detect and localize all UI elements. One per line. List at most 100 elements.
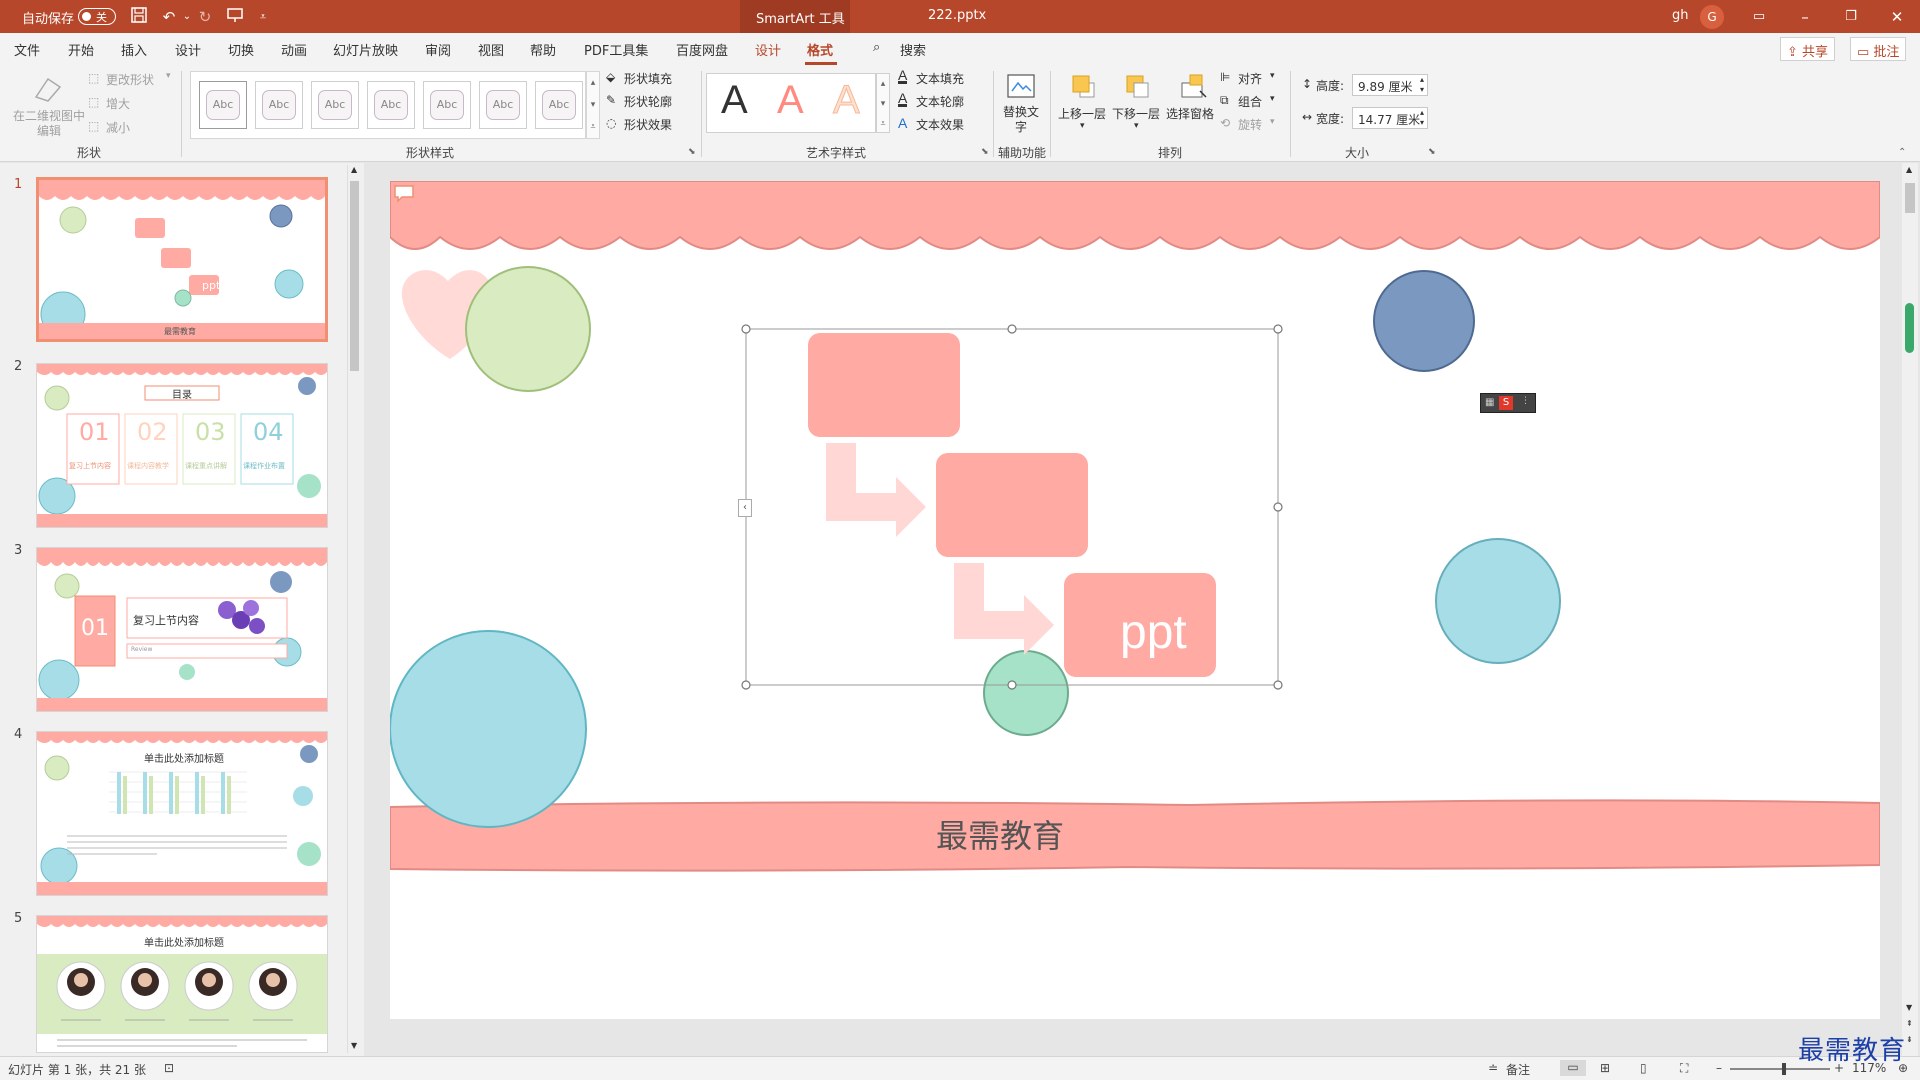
- selection-pane-button[interactable]: 选择窗格: [1166, 71, 1218, 141]
- slide-thumbnail-3[interactable]: 01 复习上节内容 Review: [36, 547, 328, 712]
- ribbon-display-icon[interactable]: ▭: [1748, 6, 1770, 28]
- search-box[interactable]: 搜索: [900, 40, 926, 59]
- tab-help[interactable]: 帮助: [530, 40, 556, 59]
- group-button[interactable]: ⧉ 组合 ▾: [1220, 93, 1280, 113]
- share-button[interactable]: ⇪ 共享: [1780, 37, 1836, 61]
- edit-2d-button[interactable]: 在二维视图中编辑: [6, 71, 88, 141]
- scroll-up-icon[interactable]: ▲: [351, 165, 357, 174]
- close-icon[interactable]: ✕: [1886, 6, 1908, 28]
- tab-baidu-pan[interactable]: 百度网盘: [676, 40, 728, 59]
- slide-number: 4: [14, 727, 23, 742]
- thumb-sub: 课程作业布置: [243, 462, 285, 470]
- width-icon: ↔: [1302, 110, 1313, 124]
- slide-canvas[interactable]: ppt 最需教育 ‹ ▦ S ⋮: [390, 181, 1880, 1019]
- avatar[interactable]: G: [1700, 5, 1724, 29]
- present-icon[interactable]: [224, 6, 246, 28]
- footer-title[interactable]: 最需教育: [936, 811, 1064, 857]
- autosave-toggle[interactable]: 关: [78, 8, 116, 25]
- shape-style-3[interactable]: Abc: [311, 81, 359, 129]
- notes-button[interactable]: 备注: [1506, 1061, 1530, 1078]
- restore-icon[interactable]: ❐: [1840, 6, 1862, 28]
- tab-design[interactable]: 设计: [175, 40, 201, 59]
- tab-file[interactable]: 文件: [14, 40, 40, 59]
- shape-style-4[interactable]: Abc: [367, 81, 415, 129]
- text-outline-button[interactable]: A 文本轮廓: [898, 91, 978, 113]
- tab-transitions[interactable]: 切换: [228, 40, 254, 59]
- tab-insert[interactable]: 插入: [121, 40, 147, 59]
- zoom-out-icon[interactable]: –: [1716, 1061, 1722, 1075]
- bring-forward-icon: [1072, 75, 1095, 98]
- dialog-launcher-icon[interactable]: ⬊: [1428, 147, 1436, 157]
- slide-thumbnail-2[interactable]: 目录 01 02 03 04 复习上节内容 课程内容教学 课程重点讲解 课程作业…: [36, 363, 328, 528]
- slide-editing-area: ppt 最需教育 ‹ ▦ S ⋮ ▲ ▼ ⇞ ⇟: [364, 163, 1920, 1056]
- ime-menu-icon: ⋮: [1521, 396, 1530, 406]
- wordart-scroll[interactable]: ▴ ▾ ⩡: [876, 73, 890, 133]
- customize-icon[interactable]: ⩡: [252, 6, 274, 28]
- tab-review[interactable]: 审阅: [425, 40, 451, 59]
- tab-home[interactable]: 开始: [68, 40, 94, 59]
- reading-view-icon[interactable]: ▯: [1640, 1061, 1647, 1075]
- dialog-launcher-icon[interactable]: ⬊: [688, 147, 696, 157]
- tab-view[interactable]: 视图: [478, 40, 504, 59]
- status-bar: 幻灯片 第 1 张，共 21 张 ⊡ ≐ 备注 ▭ ⊞ ▯ ⛶ – + 117%…: [0, 1056, 1920, 1080]
- thumbnail-scrollbar[interactable]: ▲ ▼: [347, 165, 361, 1053]
- comment-button[interactable]: ▭ 批注: [1850, 37, 1907, 61]
- send-backward-icon: [1126, 75, 1149, 98]
- rotate-button[interactable]: ⟲ 旋转 ▾: [1220, 116, 1280, 136]
- notes-icon[interactable]: ≐: [1488, 1061, 1498, 1075]
- slide-thumbnail-5[interactable]: 单击此处添加标题: [36, 915, 328, 1053]
- slide-thumbnail-4[interactable]: 单击此处添加标题: [36, 731, 328, 896]
- tab-smartart-design[interactable]: 设计: [755, 40, 781, 59]
- send-backward-button[interactable]: 下移一层 ▾: [1112, 71, 1164, 141]
- bring-forward-button[interactable]: 上移一层 ▾: [1058, 71, 1110, 141]
- minimize-icon[interactable]: –: [1794, 6, 1816, 28]
- tab-pdf-tools[interactable]: PDF工具集: [584, 40, 648, 59]
- slide-thumbnail-1[interactable]: ppt 最需教育: [36, 177, 328, 342]
- normal-view-icon[interactable]: ▭: [1560, 1060, 1586, 1076]
- wordart-style-1[interactable]: A: [721, 78, 748, 123]
- smartart-box-text[interactable]: ppt: [1120, 605, 1187, 660]
- scroll-down-icon[interactable]: ▼: [351, 1041, 357, 1050]
- shape-outline-button[interactable]: ✎ 形状轮廓: [606, 93, 684, 113]
- alt-text-button[interactable]: 替换文字: [998, 71, 1044, 141]
- prev-slide-icon[interactable]: ⇞: [1906, 1019, 1913, 1028]
- next-slide-icon[interactable]: ⇟: [1906, 1035, 1913, 1044]
- align-button[interactable]: ⊫ 对齐 ▾: [1220, 70, 1280, 90]
- redo-icon[interactable]: ↻: [194, 6, 216, 28]
- comment-marker-icon[interactable]: [394, 185, 414, 203]
- height-label: 高度:: [1316, 79, 1345, 93]
- text-effect-button[interactable]: A 文本效果: [898, 115, 978, 136]
- slideshow-icon[interactable]: ⛶: [1680, 1061, 1688, 1076]
- shape-fill-button[interactable]: ⬙ 形状填充: [606, 70, 684, 90]
- tab-format[interactable]: 格式: [807, 40, 833, 59]
- shape-style-7[interactable]: Abc: [535, 81, 583, 129]
- width-input[interactable]: 14.77 厘米 ▴ ▾: [1352, 107, 1428, 129]
- gallery-scroll[interactable]: ▴ ▾ ⩡: [586, 71, 600, 139]
- dialog-launcher-icon[interactable]: ⬊: [981, 147, 989, 157]
- spellcheck-icon[interactable]: ⊡: [164, 1061, 174, 1075]
- collapse-ribbon-icon[interactable]: ⌃: [1898, 147, 1906, 158]
- shape-style-2[interactable]: Abc: [255, 81, 303, 129]
- zoom-slider-thumb[interactable]: [1782, 1063, 1786, 1075]
- text-fill-button[interactable]: A 文本填充: [898, 68, 978, 90]
- save-icon[interactable]: [128, 6, 150, 28]
- wordart-style-2[interactable]: A: [777, 78, 804, 123]
- scroll-down-icon[interactable]: ▼: [1906, 1003, 1912, 1012]
- shape-effect-button[interactable]: ◌ 形状效果: [606, 116, 684, 136]
- slide-sorter-icon[interactable]: ⊞: [1600, 1061, 1610, 1075]
- wordart-gallery: A A A: [706, 73, 876, 133]
- ime-toolbar[interactable]: ▦ S ⋮: [1480, 393, 1536, 413]
- tab-animations[interactable]: 动画: [281, 40, 307, 59]
- shape-style-1[interactable]: Abc: [199, 81, 247, 129]
- shape-style-5[interactable]: Abc: [423, 81, 471, 129]
- text-pane-toggle[interactable]: ‹: [738, 499, 752, 517]
- tab-slideshow[interactable]: 幻灯片放映: [333, 40, 398, 59]
- search-icon[interactable]: ⌕: [873, 40, 880, 55]
- zoom-slider[interactable]: [1730, 1063, 1830, 1075]
- height-input[interactable]: 9.89 厘米 ▴ ▾: [1352, 74, 1428, 96]
- align-icon: ⊫: [1220, 70, 1231, 84]
- wordart-style-3[interactable]: A: [833, 78, 861, 123]
- slide-scrollbar[interactable]: ▲ ▼ ⇞ ⇟: [1902, 163, 1918, 1056]
- shape-style-6[interactable]: Abc: [479, 81, 527, 129]
- scroll-up-icon[interactable]: ▲: [1906, 165, 1912, 174]
